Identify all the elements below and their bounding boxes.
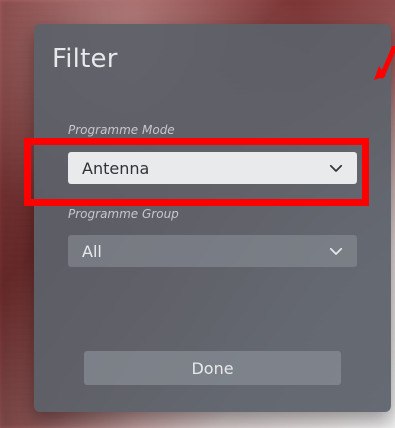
programme-mode-label: Programme Mode xyxy=(68,123,175,137)
dialog-title: Filter xyxy=(52,44,118,74)
red-highlight-box xyxy=(24,138,369,206)
programme-group-value: All xyxy=(82,241,102,261)
programme-group-dropdown[interactable]: All xyxy=(68,235,357,267)
tv-screen-background: Filter Programme Mode Antenna Programme … xyxy=(0,0,395,428)
programme-group-label: Programme Group xyxy=(68,207,179,221)
arrow-pointer-icon xyxy=(374,46,395,80)
chevron-down-icon xyxy=(327,242,345,260)
done-button[interactable]: Done xyxy=(84,351,341,385)
